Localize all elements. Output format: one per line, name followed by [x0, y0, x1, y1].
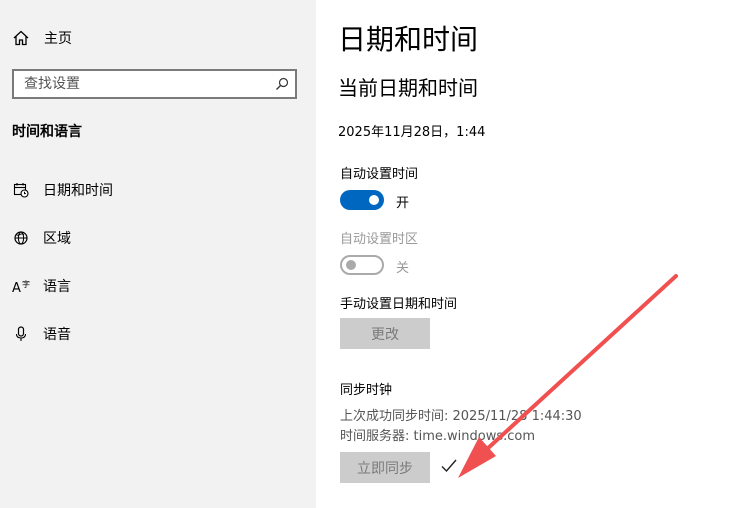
main-panel: 日期和时间 当前日期和时间 2025年11月28日，1:44 自动设置时间 开 … [316, 0, 737, 508]
sidebar: 主页 时间和语言 日期和时间 [0, 0, 316, 508]
toggle-knob [369, 195, 379, 205]
current-datetime: 2025年11月28日，1:44 [338, 125, 486, 140]
sidebar-item-label: 语音 [43, 327, 71, 343]
sidebar-item-label: 日期和时间 [43, 183, 113, 199]
sidebar-item-label: 区域 [43, 231, 71, 247]
page-title: 日期和时间 [338, 23, 479, 56]
home-icon [13, 30, 29, 46]
auto-timezone-state: 关 [396, 261, 410, 276]
auto-time-state: 开 [396, 196, 410, 211]
svg-text:A: A [12, 281, 21, 294]
search-icon[interactable] [269, 77, 295, 91]
globe-icon [12, 230, 30, 246]
auto-timezone-toggle[interactable] [340, 255, 384, 275]
time-server-text: 时间服务器: time.windows.com [340, 429, 536, 444]
sidebar-item-speech[interactable]: 语音 [12, 322, 71, 346]
auto-timezone-label: 自动设置时区 [340, 232, 419, 247]
section-title: 时间和语言 [12, 124, 82, 140]
calendar-clock-icon [12, 182, 30, 198]
sidebar-item-region[interactable]: 区域 [12, 226, 71, 250]
svg-text:字: 字 [22, 279, 30, 289]
home-label: 主页 [44, 31, 72, 47]
sidebar-item-label: 语言 [43, 279, 71, 295]
search-box[interactable] [12, 69, 297, 99]
language-icon: A 字 [12, 278, 30, 294]
auto-time-toggle[interactable] [340, 190, 384, 210]
section-heading-current: 当前日期和时间 [338, 76, 478, 100]
checkmark-icon [441, 459, 457, 473]
microphone-icon [12, 326, 30, 342]
auto-time-label: 自动设置时间 [340, 167, 419, 182]
toggle-knob [346, 260, 356, 270]
sidebar-item-language[interactable]: A 字 语言 [12, 274, 71, 298]
home-nav-item[interactable]: 主页 [12, 26, 72, 50]
change-button[interactable]: 更改 [340, 318, 430, 349]
search-input[interactable] [14, 76, 269, 92]
last-sync-text: 上次成功同步时间: 2025/11/28 1:44:30 [340, 409, 582, 424]
manual-datetime-label: 手动设置日期和时间 [340, 297, 458, 312]
sidebar-item-date-time[interactable]: 日期和时间 [12, 178, 113, 202]
sync-now-button[interactable]: 立即同步 [340, 452, 430, 483]
sync-clock-label: 同步时钟 [340, 383, 393, 398]
